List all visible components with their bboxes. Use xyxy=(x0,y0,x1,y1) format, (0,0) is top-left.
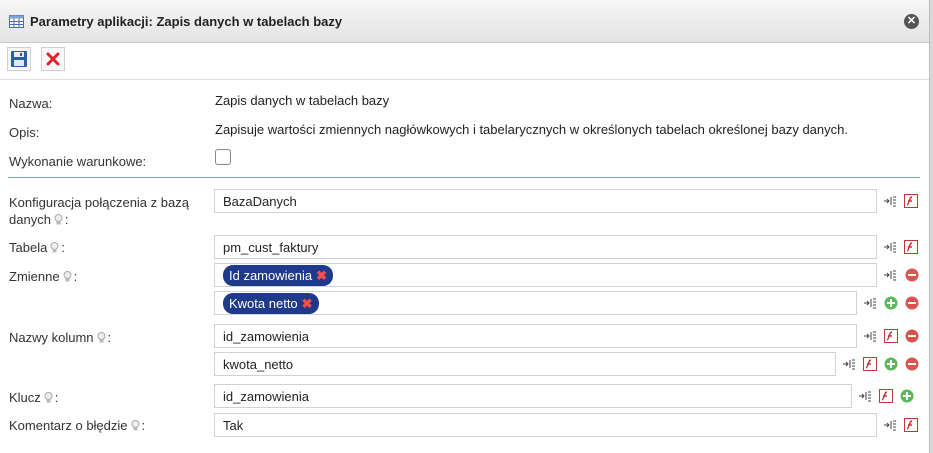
error-comment-input[interactable]: Tak xyxy=(214,413,877,437)
insert-variable-icon[interactable] xyxy=(883,268,897,282)
bulb-icon[interactable] xyxy=(44,391,53,403)
insert-variable-icon[interactable] xyxy=(863,329,877,343)
insert-variable-icon[interactable] xyxy=(842,357,856,371)
table-icon xyxy=(9,15,24,28)
dialog-title: Parametry aplikacji: Zapis danych w tabe… xyxy=(30,14,343,29)
column-input-1[interactable]: id_zamowienia xyxy=(214,324,857,348)
connection-label-line2: danych xyxy=(9,212,51,227)
add-icon[interactable] xyxy=(900,389,914,403)
variable-tag: Id zamowienia ✖ xyxy=(223,265,334,286)
key-colon: : xyxy=(54,390,59,405)
name-value: Zapis danych w tabelach bazy xyxy=(215,93,390,108)
insert-variable-icon[interactable] xyxy=(883,194,897,208)
function-icon[interactable] xyxy=(863,357,877,371)
connection-input[interactable]: BazaDanych xyxy=(214,189,877,213)
table-colon: : xyxy=(61,240,65,255)
separator xyxy=(8,177,920,178)
description-value: Zapisuje wartości zmiennych nagłówkowych… xyxy=(215,122,848,137)
variable-input-2[interactable]: Kwota netto ✖ xyxy=(214,291,857,315)
error-comment-colon: : xyxy=(141,418,146,433)
key-input[interactable]: id_zamowienia xyxy=(214,384,852,408)
variables-label-text: Zmienne xyxy=(9,269,60,284)
insert-variable-icon[interactable] xyxy=(883,418,897,432)
conditional-checkbox[interactable] xyxy=(215,149,231,165)
save-icon xyxy=(11,51,27,67)
connection-label-line1: Konfiguracja połączenia z bazą xyxy=(9,195,189,210)
parameters-dialog: Parametry aplikacji: Zapis danych w tabe… xyxy=(0,0,930,453)
column-input-2[interactable]: kwota_netto xyxy=(214,352,836,376)
bulb-icon[interactable] xyxy=(63,270,72,282)
remove-tag-icon[interactable]: ✖ xyxy=(302,296,313,311)
insert-variable-icon[interactable] xyxy=(858,389,872,403)
delete-icon xyxy=(46,52,60,66)
conditional-label: Wykonanie warunkowe: xyxy=(9,154,147,169)
insert-variable-icon[interactable] xyxy=(863,296,877,310)
error-comment-label: Komentarz o błędzie: xyxy=(9,418,145,433)
variable-tag-label: Kwota netto xyxy=(229,296,298,311)
table-input[interactable]: pm_cust_faktury xyxy=(214,235,877,259)
key-label-text: Klucz xyxy=(9,390,41,405)
remove-icon[interactable] xyxy=(905,357,919,371)
function-icon[interactable] xyxy=(904,194,918,208)
table-label-text: Tabela xyxy=(9,240,48,255)
error-comment-label-text: Komentarz o błędzie xyxy=(9,418,128,433)
toolbar xyxy=(0,43,929,80)
connection-label: Konfiguracja połączenia z bazą xyxy=(9,195,189,210)
remove-icon[interactable] xyxy=(905,329,919,343)
connection-colon: : xyxy=(64,212,69,227)
add-icon[interactable] xyxy=(884,357,898,371)
bulb-icon[interactable] xyxy=(54,213,63,225)
columns-colon: : xyxy=(107,330,112,345)
close-icon[interactable]: ✕ xyxy=(904,14,919,29)
insert-variable-icon[interactable] xyxy=(883,240,897,254)
function-icon[interactable] xyxy=(884,329,898,343)
bulb-icon[interactable] xyxy=(131,419,140,431)
add-icon[interactable] xyxy=(884,296,898,310)
table-label: Tabela: xyxy=(9,240,65,255)
connection-label-2: danych: xyxy=(9,212,69,227)
columns-label-text: Nazwy kolumn xyxy=(9,330,94,345)
variables-label: Zmienne: xyxy=(9,269,77,284)
variable-tag-label: Id zamowienia xyxy=(229,268,313,283)
cancel-button[interactable] xyxy=(41,47,65,71)
key-label: Klucz: xyxy=(9,390,58,405)
remove-icon[interactable] xyxy=(905,268,919,282)
name-label: Nazwa: xyxy=(9,96,53,111)
function-icon[interactable] xyxy=(904,418,918,432)
dialog-titlebar: Parametry aplikacji: Zapis danych w tabe… xyxy=(0,0,929,43)
columns-label: Nazwy kolumn: xyxy=(9,330,111,345)
function-icon[interactable] xyxy=(879,389,893,403)
bulb-icon[interactable] xyxy=(97,331,106,343)
remove-tag-icon[interactable]: ✖ xyxy=(316,268,327,283)
variable-input-1[interactable]: Id zamowienia ✖ xyxy=(214,263,877,287)
description-label: Opis: xyxy=(9,125,40,140)
save-button[interactable] xyxy=(7,47,31,71)
remove-icon[interactable] xyxy=(905,296,919,310)
function-icon[interactable] xyxy=(904,240,918,254)
variable-tag: Kwota netto ✖ xyxy=(223,293,319,314)
bulb-icon[interactable] xyxy=(50,241,59,253)
variables-colon: : xyxy=(73,269,78,284)
